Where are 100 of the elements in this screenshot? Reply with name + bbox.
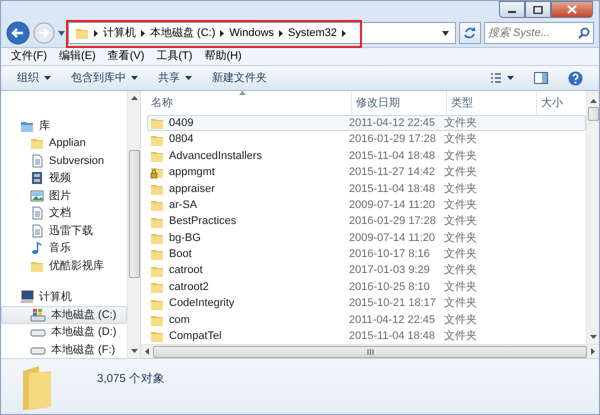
caret-icon: [507, 76, 514, 80]
file-name: bg-BG: [169, 230, 201, 246]
file-type: 文件夹: [444, 132, 478, 148]
sidebar-item[interactable]: 本地磁盘 (D:): [1, 324, 127, 341]
scroll-up-icon: [590, 99, 596, 103]
file-type: 文件夹: [444, 214, 478, 230]
breadcrumb[interactable]: 计算机: [103, 24, 136, 42]
folder-icon: [150, 329, 164, 344]
file-row[interactable]: bg-BG 2009-07-14 11:20 文件夹: [147, 230, 586, 246]
close-button[interactable]: [551, 1, 593, 18]
close-icon: [567, 5, 577, 14]
breadcrumb[interactable]: System32: [288, 24, 337, 42]
toolbar-button[interactable]: 新建文件夹: [204, 68, 275, 88]
file-row[interactable]: CompatTel 2015-11-04 18:48 文件夹: [147, 328, 586, 344]
scrollbar-thumb[interactable]: [588, 107, 598, 121]
file-row[interactable]: Boot 2016-10-17 8:16 文件夹: [147, 246, 586, 263]
file-row[interactable]: catroot 2017-01-03 9:29 文件夹: [147, 262, 586, 279]
folder-icon: [150, 280, 164, 294]
menu-item[interactable]: 帮助(H): [198, 48, 248, 65]
folder-icon: [150, 198, 164, 212]
search-field[interactable]: 搜索 Syste...: [484, 22, 594, 44]
picture-icon: [30, 188, 44, 203]
column-header[interactable]: 大小: [537, 91, 582, 115]
file-name: Boot: [169, 247, 192, 262]
chevron-icon: [342, 30, 346, 36]
file-row[interactable]: catroot2 2016-10-25 8:10 文件夹: [147, 278, 586, 296]
scroll-down-icon: [130, 349, 138, 353]
sidebar-item[interactable]: 音乐: [1, 240, 127, 257]
sidebar-item[interactable]: 本地磁盘 (F:): [1, 341, 127, 358]
item-count: 3,075 个对象: [97, 372, 165, 387]
menu-item[interactable]: 查看(V): [102, 48, 150, 65]
scrollbar[interactable]: [586, 91, 599, 344]
sidebar-item[interactable]: 库: [1, 117, 127, 134]
file-row[interactable]: appmgmt 2015-11-27 14:42 文件夹: [147, 164, 586, 181]
scrollbar-thumb[interactable]: [128, 150, 140, 278]
sidebar-item[interactable]: 计算机: [1, 288, 127, 306]
file-type: 文件夹: [444, 262, 478, 278]
refresh-icon: [463, 26, 477, 40]
file-row[interactable]: ar-SA 2009-07-14 11:20 文件夹: [147, 196, 586, 214]
file-type: 文件夹: [444, 246, 478, 262]
chevron-icon: [141, 30, 145, 36]
toolbar-button[interactable]: 包含到库中: [63, 68, 146, 88]
file-type: 文件夹: [444, 328, 478, 344]
menu-item[interactable]: 编辑(E): [53, 48, 102, 65]
sidebar-item[interactable]: 优酷影视库: [1, 257, 127, 274]
caret-icon: [58, 30, 65, 36]
scrollbar[interactable]: [127, 91, 140, 358]
toolbar-button[interactable]: 组织: [9, 68, 59, 88]
modified-date: 2009-07-14 11:20: [349, 198, 436, 213]
file-row[interactable]: CodeIntegrity 2015-10-21 18:17 文件夹: [147, 295, 586, 312]
modified-date: 2015-10-21 18:17: [349, 296, 437, 312]
scroll-left-icon: [145, 348, 149, 355]
sidebar-item[interactable]: 文档: [1, 204, 127, 222]
file-type: 文件夹: [444, 296, 478, 312]
sidebar-item[interactable]: Applian: [1, 134, 127, 152]
file-row[interactable]: BestPractices 2016-01-29 17:28 文件夹: [147, 213, 586, 230]
file-row[interactable]: appraiser 2015-11-04 18:48 文件夹: [147, 180, 586, 197]
sidebar-item[interactable]: 图片: [1, 187, 127, 204]
search-icon: [578, 27, 590, 39]
scroll-down-icon: [590, 335, 596, 339]
chevron-icon: [94, 30, 98, 36]
address-bar[interactable]: 计算机 本地磁盘 (C:) Windows System32: [68, 22, 456, 44]
refresh-button[interactable]: [459, 22, 481, 44]
maximize-icon: [533, 6, 543, 14]
caret-icon: [44, 76, 51, 80]
sidebar-item[interactable]: 本地磁盘 (C:): [1, 306, 127, 324]
scroll-up-icon: [130, 96, 138, 100]
breadcrumb[interactable]: Windows: [229, 24, 274, 42]
sidebar-item[interactable]: 迅雷下载: [1, 222, 127, 240]
music-note-icon: [30, 241, 44, 256]
toolbar-button[interactable]: 共享: [150, 68, 200, 88]
modified-date: 2011-04-12 22:45: [349, 116, 436, 131]
minimize-button[interactable]: [499, 1, 525, 18]
menu-item[interactable]: 工具(T): [150, 48, 198, 65]
file-name: AdvancedInstallers: [169, 148, 262, 164]
chevron-icon: [279, 30, 284, 36]
file-row[interactable]: 0804 2016-01-29 17:28 文件夹: [147, 131, 586, 148]
file-row[interactable]: com 2011-04-12 22:45 文件夹: [147, 312, 586, 328]
maximize-button[interactable]: [525, 1, 551, 18]
film-icon: [30, 171, 44, 186]
document-icon: [30, 154, 44, 168]
modified-date: 2017-01-03 9:29: [349, 263, 431, 278]
folder-icon: [150, 116, 164, 130]
chevron-icon: [220, 30, 224, 36]
back-button[interactable]: [6, 21, 30, 45]
breadcrumb[interactable]: 本地磁盘 (C:): [150, 24, 216, 42]
folder-icon: [150, 247, 164, 262]
sidebar-item[interactable]: 视频: [1, 170, 127, 187]
menu-item[interactable]: 文件(F): [5, 48, 54, 65]
modified-date: 2016-01-29 17:28: [349, 214, 437, 230]
scrollbar[interactable]: [141, 344, 599, 358]
file-name: catroot: [169, 263, 203, 278]
sidebar-item[interactable]: Subversion: [1, 152, 127, 170]
scrollbar-thumb[interactable]: [153, 346, 587, 358]
history-dropdown-button[interactable]: [58, 30, 65, 36]
folder-icon: [75, 26, 89, 40]
file-row[interactable]: AdvancedInstallers 2015-11-04 18:48 文件夹: [147, 148, 586, 164]
grip-icon: [366, 348, 374, 354]
modified-date: 2015-11-04 18:48: [349, 329, 436, 344]
file-row[interactable]: 0409 2011-04-12 22:45 文件夹: [147, 115, 586, 132]
